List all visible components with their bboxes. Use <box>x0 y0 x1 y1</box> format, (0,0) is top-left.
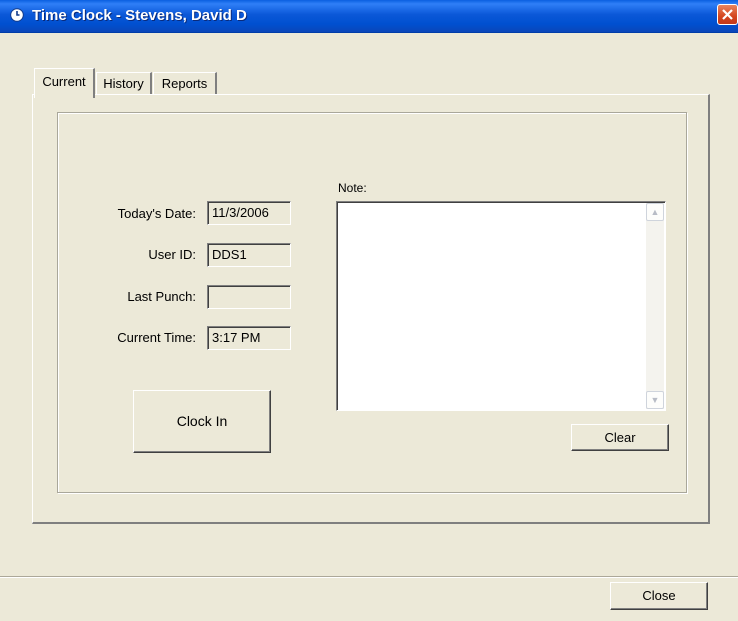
clock-in-button[interactable]: Clock In <box>133 390 271 453</box>
note-scrollbar[interactable]: ▲ ▼ <box>646 203 664 409</box>
current-time-label: Current Time: <box>117 330 196 345</box>
tab-reports-label: Reports <box>161 76 208 91</box>
user-id-label: User ID: <box>148 247 196 262</box>
tab-current-label: Current <box>42 74 86 89</box>
last-punch-label: Last Punch: <box>127 289 196 304</box>
current-time-field: 3:17 PM <box>207 326 291 350</box>
tab-history-label: History <box>103 76 144 91</box>
note-label: Note: <box>338 181 367 195</box>
footer-divider <box>0 576 738 578</box>
chevron-down-icon: ▼ <box>650 395 660 405</box>
clear-button[interactable]: Clear <box>571 424 669 451</box>
note-textarea[interactable]: ▲ ▼ <box>336 201 666 411</box>
last-punch-field <box>207 285 291 309</box>
tab-reports[interactable]: Reports <box>153 72 217 94</box>
tab-history[interactable]: History <box>96 72 152 94</box>
scroll-down-button[interactable]: ▼ <box>646 391 664 409</box>
title-bar[interactable]: Time Clock - Stevens, David D <box>0 0 738 33</box>
todays-date-field: 11/3/2006 <box>207 201 291 225</box>
scroll-up-button[interactable]: ▲ <box>646 203 664 221</box>
chevron-up-icon: ▲ <box>650 207 660 217</box>
todays-date-label: Today's Date: <box>117 206 196 221</box>
window-title: Time Clock - Stevens, David D <box>32 7 247 24</box>
close-button[interactable]: Close <box>610 582 708 610</box>
user-id-field: DDS1 <box>207 243 291 267</box>
clock-icon <box>10 8 24 22</box>
window-close-button[interactable] <box>717 4 738 25</box>
tab-current[interactable]: Current <box>34 68 95 98</box>
close-icon <box>722 9 733 20</box>
